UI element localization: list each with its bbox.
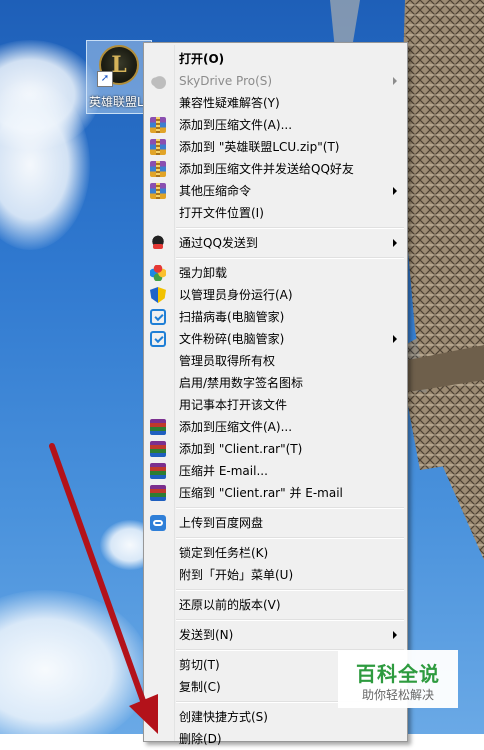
watermark-subtitle: 助你轻松解决 [361,688,434,702]
watermark-title: 百科全说 [356,662,440,686]
watermark-logo: 百科全说 助你轻松解决 [338,650,458,708]
annotation-arrow-icon [49,443,158,734]
